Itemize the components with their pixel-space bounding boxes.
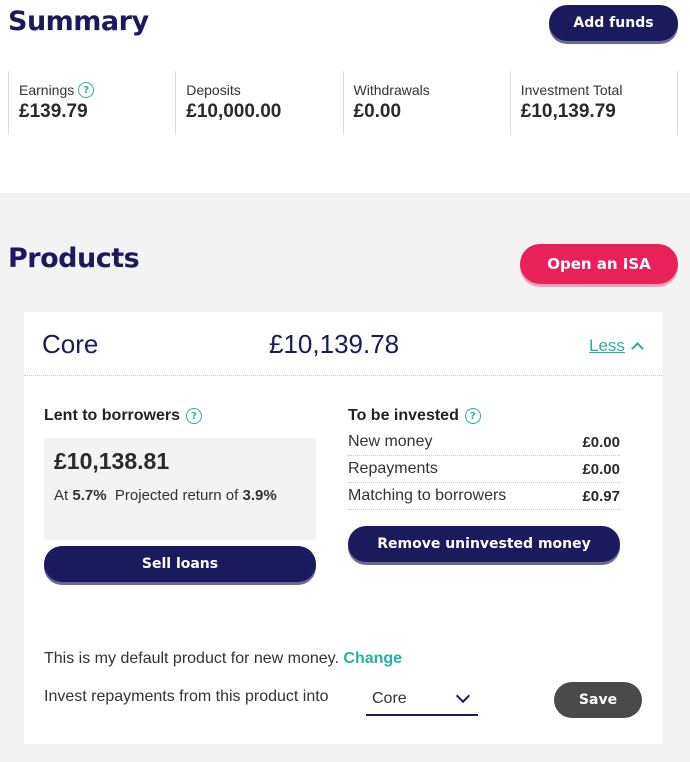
summary-stats: Earnings ? £139.79 Deposits £10,000.00 W… [8,71,678,135]
projected-return-text: At 5.7% Projected return of 3.9% [54,485,306,506]
chevron-up-icon[interactable] [631,342,644,355]
stat-label: Deposits [186,82,241,98]
stat-label: Earnings [19,82,75,98]
summary-section: Summary Add funds Earnings ? £139.79 Dep… [0,0,690,193]
lent-summary-box: £10,138.81 At 5.7% Projected return of 3… [44,438,316,540]
lent-to-borrowers-heading: Lent to borrowers ? [44,407,203,425]
interest-rate: 5.7% [72,487,107,504]
stat-label: Withdrawals [353,82,430,98]
default-text: This is my default product for new money… [44,650,339,667]
stat-value: £10,139.79 [520,101,616,122]
default-product-line: This is my default product for new money… [44,650,402,668]
projected-value: 3.9% [242,487,277,504]
stat-label: Investment Total [520,82,623,98]
lent-amount: £10,138.81 [54,448,170,474]
invest-into-select[interactable]: Core [366,683,478,716]
products-section: Products Open an ISA Core £10,139.78 Les… [0,193,690,762]
to-be-invested-table: New money £0.00 Repayments £0.00 Matchin… [348,429,620,510]
less-toggle-link[interactable]: Less [589,336,644,356]
list-item: New money £0.00 [348,429,620,456]
help-icon[interactable]: ? [464,408,481,424]
row-value: £0.00 [582,433,620,451]
open-isa-button[interactable]: Open an ISA [520,244,678,284]
product-name: Core [42,329,99,359]
row-value: £0.00 [582,460,620,478]
products-title: Products [8,243,140,274]
list-item: Repayments £0.00 [348,456,620,483]
stat-value: £10,000.00 [186,101,282,122]
invest-title: To be invested [348,407,459,424]
save-button[interactable]: Save [554,682,642,718]
add-funds-button[interactable]: Add funds [549,5,678,41]
select-value[interactable]: Core [372,690,407,708]
row-label: New money [348,433,433,450]
stat-withdrawals: Withdrawals £0.00 [342,71,510,135]
product-total: £10,139.78 [269,329,400,359]
row-label: Matching to borrowers [348,487,507,504]
summary-title: Summary [8,6,149,37]
change-link[interactable]: Change [343,650,402,667]
stat-earnings: Earnings ? £139.79 [8,71,175,135]
remove-uninvested-money-button[interactable]: Remove uninvested money [348,526,620,562]
sell-loans-button[interactable]: Sell loans [44,546,316,582]
stat-investment-total: Investment Total £10,139.79 [509,71,678,135]
stat-value: £139.79 [19,101,88,122]
product-card: Core £10,139.78 Less Lent to borrowers ?… [24,312,662,744]
to-be-invested-heading: To be invested ? [348,407,481,425]
list-item: Matching to borrowers £0.97 [348,483,620,510]
stat-deposits: Deposits £10,000.00 [175,71,342,135]
chevron-down-icon[interactable] [455,688,471,703]
less-label[interactable]: Less [589,336,625,356]
row-value: £0.97 [582,487,620,505]
projected-label: Projected return of [114,487,239,504]
lent-title: Lent to borrowers [44,407,181,424]
product-card-header: Core £10,139.78 Less [24,312,662,376]
stat-value: £0.00 [353,101,402,122]
invest-into-label: Invest repayments from this product into [44,688,329,705]
at-prefix: At [54,487,69,504]
help-icon[interactable]: ? [186,408,203,424]
row-label: Repayments [348,460,438,477]
help-icon[interactable]: ? [78,82,95,98]
